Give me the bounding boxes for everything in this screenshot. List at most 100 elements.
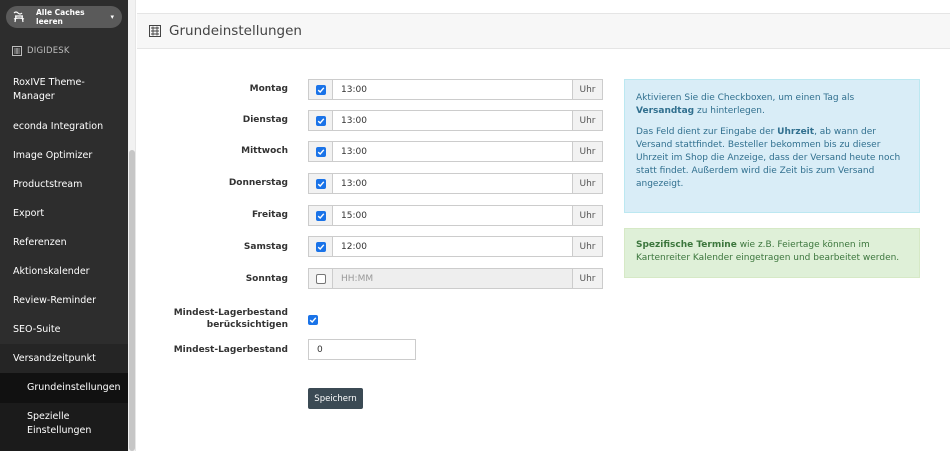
day-checkbox-wrapper (309, 206, 333, 225)
sidebar-item-review-reminder[interactable]: Review-Reminder (0, 286, 128, 315)
sidebar-item-label: Versandzeitpunkt (13, 353, 96, 364)
sidebar-item-versandzeitpunkt[interactable]: Versandzeitpunkt (0, 344, 128, 373)
save-button[interactable]: Speichern (308, 388, 363, 409)
clear-caches-label: Alle Caches leeren (36, 8, 85, 26)
time-input[interactable]: 13:00 (333, 142, 572, 161)
day-checkbox[interactable] (315, 146, 326, 157)
sidebar-item-export[interactable]: Export (0, 199, 128, 228)
day-label-samstag: Samstag (243, 242, 288, 252)
stock-check-label-line2: berücksichtigen (206, 320, 288, 330)
settings-grid-icon (149, 25, 161, 37)
sidebar-subitem-label: Spezielle Einstellungen (27, 411, 92, 436)
brand-label: DIGIDESK (27, 46, 70, 56)
time-input[interactable]: 13:00 (333, 174, 572, 193)
sidebar-item-referenzen[interactable]: Referenzen (0, 228, 128, 257)
day-label-sonntag: Sonntag (245, 274, 288, 284)
time-input[interactable]: 15:00 (333, 206, 572, 225)
day-checkbox-wrapper (309, 80, 333, 99)
success-alert: Spezifische Termine wie z.B. Feiertage k… (624, 228, 920, 278)
day-label-freitag: Freitag (251, 210, 288, 220)
clear-caches-button[interactable]: Alle Caches leeren ▾ (6, 6, 122, 28)
day-checkbox-wrapper (309, 142, 333, 161)
sidebar-subitem-spezielle-einstellungen[interactable]: Spezielle Einstellungen (0, 403, 128, 451)
stock-check-checkbox[interactable] (308, 315, 318, 325)
sidebar-item-seo-suite[interactable]: SEO-Suite (0, 315, 128, 344)
sidebar-item-econda[interactable]: econda Integration (0, 112, 128, 141)
info-paragraph-1: Aktivieren Sie die Checkboxen, um einen … (636, 92, 908, 118)
time-input[interactable]: 13:00 (333, 80, 572, 99)
success-paragraph: Spezifische Termine wie z.B. Feiertage k… (636, 239, 908, 265)
stock-min-label: Mindest-Lagerbestand (173, 345, 288, 355)
sidebar-item-image-optimizer[interactable]: Image Optimizer (0, 141, 128, 170)
sidebar-scrollbar[interactable] (128, 0, 136, 451)
sidebar-item-label: econda Integration (13, 121, 104, 132)
time-unit: Uhr (572, 80, 602, 99)
info-bold: Versandtag (636, 106, 695, 116)
day-checkbox[interactable] (315, 241, 326, 252)
info-paragraph-2: Das Feld dient zur Eingabe der Uhrzeit, … (636, 126, 908, 191)
day-checkbox-wrapper (309, 174, 333, 193)
day-checkbox[interactable] (315, 84, 326, 95)
sidebar-item-theme-manager[interactable]: RoxIVE Theme-Manager (0, 68, 128, 112)
success-bold: Spezifische Termine (636, 240, 737, 250)
day-checkbox-wrapper (309, 111, 333, 130)
sidebar: Alle Caches leeren ▾ DIGIDESK RoxIVE The… (0, 0, 128, 451)
sidebar-item-productstream[interactable]: Productstream (0, 170, 128, 199)
panel-header: Grundeinstellungen (137, 13, 950, 49)
sidebar-item-label: Export (13, 208, 45, 219)
digidesk-logo-icon (12, 46, 22, 56)
info-text: Aktivieren Sie die Checkboxen, um einen … (636, 93, 855, 103)
sidebar-item-label: Aktionskalender (13, 266, 90, 277)
sidebar-submenu: Grundeinstellungen Spezielle Einstellung… (0, 373, 128, 451)
brand: DIGIDESK (12, 46, 70, 56)
time-unit: Uhr (572, 111, 602, 130)
sidebar-item-label: Productstream (13, 179, 83, 190)
stock-check-checkbox-wrapper (308, 314, 318, 327)
day-checkbox-wrapper (309, 237, 333, 256)
day-checkbox[interactable] (315, 115, 326, 126)
time-unit: Uhr (572, 237, 602, 256)
day-row-mittwoch: 13:00 Uhr (308, 141, 603, 162)
sidebar-item-label: Referenzen (13, 237, 67, 248)
day-label-dienstag: Dienstag (242, 115, 288, 125)
time-unit: Uhr (572, 206, 602, 225)
day-row-sonntag: HH:MM Uhr (308, 268, 603, 289)
day-row-dienstag: 13:00 Uhr (308, 110, 603, 131)
sidebar-item-aktionskalender[interactable]: Aktionskalender (0, 257, 128, 286)
day-checkbox[interactable] (315, 273, 326, 284)
day-row-donnerstag: 13:00 Uhr (308, 173, 603, 194)
sidebar-item-label: Review-Reminder (13, 295, 97, 306)
time-unit: Uhr (572, 174, 602, 193)
time-input[interactable]: 12:00 (333, 237, 572, 256)
caret-down-icon: ▾ (110, 13, 114, 21)
sidebar-item-label: SEO-Suite (13, 324, 61, 335)
day-label-montag: Montag (249, 84, 288, 94)
info-text: zu hinterlegen. (694, 106, 765, 116)
page-title: Grundeinstellungen (169, 23, 302, 39)
stock-check-label-line1: Mindest-Lagerbestand (173, 308, 288, 318)
sidebar-item-label: Image Optimizer (13, 150, 93, 161)
info-bold: Uhrzeit (777, 127, 815, 137)
day-row-montag: 13:00 Uhr (308, 79, 603, 100)
stock-min-input[interactable]: 0 (308, 339, 416, 360)
day-row-samstag: 12:00 Uhr (308, 236, 603, 257)
time-unit: Uhr (572, 142, 602, 161)
stock-check-label: Mindest-Lagerbestand berücksichtigen (140, 307, 288, 331)
day-label-mittwoch: Mittwoch (241, 146, 288, 156)
sidebar-subitem-label: Grundeinstellungen (27, 382, 121, 393)
logo-icon (12, 10, 26, 24)
time-unit: Uhr (572, 269, 602, 288)
sidebar-subitem-grundeinstellungen[interactable]: Grundeinstellungen (0, 373, 128, 403)
day-checkbox[interactable] (315, 178, 326, 189)
day-label-donnerstag: Donnerstag (228, 178, 288, 188)
day-checkbox-wrapper (309, 269, 333, 288)
sidebar-nav: RoxIVE Theme-Manager econda Integration … (0, 68, 128, 451)
time-input[interactable]: 13:00 (333, 111, 572, 130)
info-alert: Aktivieren Sie die Checkboxen, um einen … (624, 79, 920, 213)
sidebar-scrollbar-thumb[interactable] (129, 150, 135, 451)
day-checkbox[interactable] (315, 210, 326, 221)
sidebar-item-label: RoxIVE Theme-Manager (13, 77, 85, 102)
time-input[interactable]: HH:MM (333, 269, 572, 288)
info-text: Das Feld dient zur Eingabe der (636, 127, 778, 137)
day-row-freitag: 15:00 Uhr (308, 205, 603, 226)
